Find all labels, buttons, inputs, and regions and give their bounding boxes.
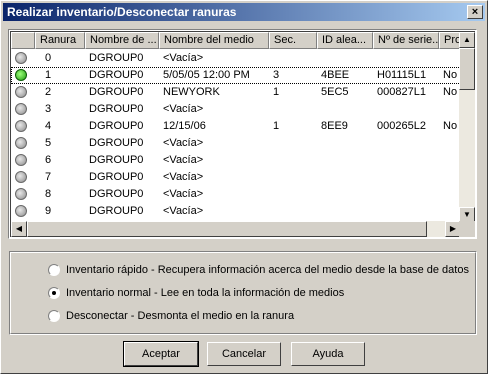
column-header-slot[interactable]: Ranura bbox=[35, 32, 85, 49]
table-row[interactable]: 6 DGROUP0 <Vacía> bbox=[11, 152, 461, 169]
table-row[interactable]: 7 DGROUP0 <Vacía> bbox=[11, 169, 461, 186]
slot-status-inactive-icon bbox=[15, 205, 27, 217]
slot-cell: 9 bbox=[45, 205, 52, 217]
slot-status-inactive-icon bbox=[15, 137, 27, 149]
table-row[interactable]: 5 DGROUP0 <Vacía> bbox=[11, 135, 461, 152]
serial-cell: 000827L1 bbox=[377, 86, 426, 98]
volume-name-cell: DGROUP0 bbox=[89, 137, 144, 149]
radio-dot bbox=[52, 291, 56, 295]
radio-button-circle[interactable] bbox=[48, 264, 60, 276]
slot-status-inactive-icon bbox=[15, 52, 27, 64]
slot-cell: 8 bbox=[45, 188, 52, 200]
radio-label: Inventario rápido - Recupera información… bbox=[66, 264, 469, 276]
inventory-options-group: Inventario rápido - Recupera información… bbox=[9, 251, 477, 335]
column-header-media[interactable]: Nombre del medio bbox=[159, 32, 269, 49]
cancel-button[interactable]: Cancelar bbox=[207, 342, 281, 366]
slot-status-active-icon bbox=[15, 69, 27, 81]
scrollbar-corner bbox=[459, 221, 475, 237]
accept-button[interactable]: Aceptar bbox=[123, 341, 199, 367]
close-button[interactable]: × bbox=[467, 5, 483, 19]
serial-cell: 000265L2 bbox=[377, 120, 426, 132]
slot-cell: 2 bbox=[45, 86, 52, 98]
media-name-cell: <Vacía> bbox=[163, 52, 204, 64]
random-id-cell: 4BEE bbox=[321, 69, 350, 81]
slot-status-inactive-icon bbox=[15, 171, 27, 183]
table-row[interactable]: 2 DGROUP0 NEWYORK 1 5EC5 000827L1 No bbox=[11, 84, 461, 101]
slot-cell: 7 bbox=[45, 171, 52, 183]
volume-name-cell: DGROUP0 bbox=[89, 69, 144, 81]
media-name-cell: <Vacía> bbox=[163, 154, 204, 166]
volume-name-cell: DGROUP0 bbox=[89, 103, 144, 115]
slot-status-inactive-icon bbox=[15, 154, 27, 166]
horizontal-scrollbar[interactable]: ◀ ▶ bbox=[11, 221, 461, 237]
media-name-cell: <Vacía> bbox=[163, 171, 204, 183]
sequence-cell: 1 bbox=[273, 86, 280, 98]
random-id-cell: 5EC5 bbox=[321, 86, 349, 98]
table-row[interactable]: 8 DGROUP0 <Vacía> bbox=[11, 186, 461, 203]
volume-name-cell: DGROUP0 bbox=[89, 171, 144, 183]
vertical-scroll-thumb[interactable] bbox=[459, 48, 475, 90]
slot-status-inactive-icon bbox=[15, 188, 27, 200]
radio-label: Desconectar - Desmonta el medio en la ra… bbox=[66, 310, 295, 322]
serial-cell: H01115L1 bbox=[377, 69, 427, 81]
table-row[interactable]: 9 DGROUP0 <Vacía> bbox=[11, 203, 461, 220]
slots-list[interactable]: Ranura Nombre de ... Nombre del medio Se… bbox=[8, 29, 477, 239]
title-bar[interactable]: Realizar inventario/Desconectar ranuras … bbox=[3, 3, 485, 21]
media-name-cell: 5/05/05 12:00 PM bbox=[163, 69, 250, 81]
column-header-random-id[interactable]: ID alea... bbox=[317, 32, 373, 49]
random-id-cell: 8EE9 bbox=[321, 120, 348, 132]
table-row[interactable]: 1 DGROUP0 5/05/05 12:00 PM 3 4BEE H01115L1 No bbox=[11, 67, 461, 84]
media-name-cell: NEWYORK bbox=[163, 86, 220, 98]
column-header-sequence[interactable]: Sec. bbox=[269, 32, 317, 49]
volume-name-cell: DGROUP0 bbox=[89, 205, 144, 217]
volume-name-cell: DGROUP0 bbox=[89, 120, 144, 132]
table-row[interactable]: 3 DGROUP0 <Vacía> bbox=[11, 101, 461, 118]
volume-name-cell: DGROUP0 bbox=[89, 86, 144, 98]
media-name-cell: <Vacía> bbox=[163, 137, 204, 149]
column-header-status[interactable] bbox=[11, 32, 35, 49]
dialog-window: Realizar inventario/Desconectar ranuras … bbox=[0, 0, 488, 374]
volume-name-cell: DGROUP0 bbox=[89, 154, 144, 166]
horizontal-scroll-thumb[interactable] bbox=[27, 221, 427, 237]
slot-status-inactive-icon bbox=[15, 120, 27, 132]
slot-cell: 3 bbox=[45, 103, 52, 115]
media-name-cell: <Vacía> bbox=[163, 205, 204, 217]
column-header-name[interactable]: Nombre de ... bbox=[85, 32, 159, 49]
slot-cell: 5 bbox=[45, 137, 52, 149]
radio-button-circle[interactable] bbox=[48, 310, 60, 322]
sequence-cell: 3 bbox=[273, 69, 280, 81]
help-button[interactable]: Ayuda bbox=[291, 342, 365, 366]
window-title: Realizar inventario/Desconectar ranuras bbox=[7, 5, 237, 19]
slot-cell: 4 bbox=[45, 120, 52, 132]
volume-name-cell: DGROUP0 bbox=[89, 52, 144, 64]
scroll-left-button[interactable]: ◀ bbox=[11, 221, 27, 237]
sequence-cell: 1 bbox=[273, 120, 280, 132]
slot-status-inactive-icon bbox=[15, 86, 27, 98]
table-row[interactable]: 4 DGROUP0 12/15/06 1 8EE9 000265L2 No bbox=[11, 118, 461, 135]
volume-name-cell: DGROUP0 bbox=[89, 188, 144, 200]
media-name-cell: <Vacía> bbox=[163, 103, 204, 115]
media-name-cell: <Vacía> bbox=[163, 188, 204, 200]
slot-cell: 1 bbox=[45, 69, 52, 81]
slot-cell: 6 bbox=[45, 154, 52, 166]
slot-status-inactive-icon bbox=[15, 103, 27, 115]
radio-button-circle[interactable] bbox=[48, 287, 60, 299]
radio-label: Inventario normal - Lee en toda la infor… bbox=[66, 287, 345, 299]
vertical-scrollbar[interactable]: ▲ ▼ bbox=[459, 32, 475, 223]
table-row[interactable]: 0 DGROUP0 <Vacía> bbox=[11, 50, 461, 67]
media-name-cell: 12/15/06 bbox=[163, 120, 206, 132]
slot-cell: 0 bbox=[45, 52, 52, 64]
column-header-serial[interactable]: Nº de serie... bbox=[373, 32, 439, 49]
scroll-up-button[interactable]: ▲ bbox=[459, 32, 475, 48]
